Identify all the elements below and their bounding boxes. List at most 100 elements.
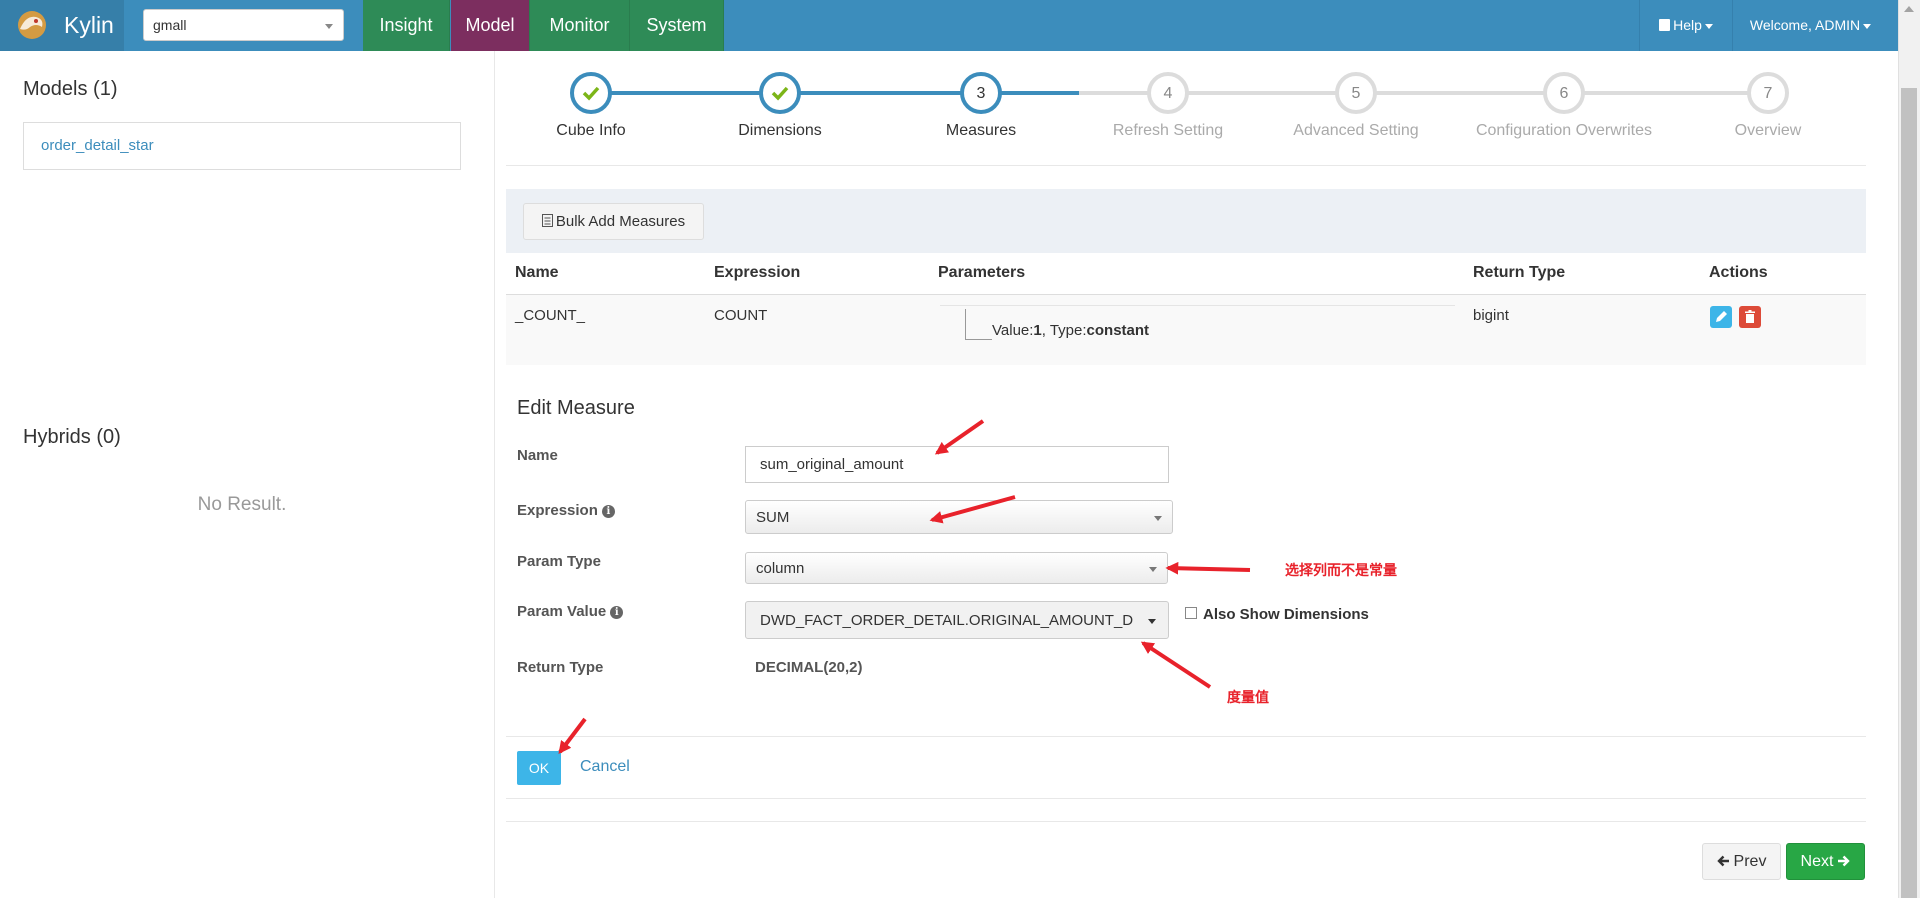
panel-divider [494,51,495,898]
name-label: Name [517,447,558,464]
wizard-step-5[interactable]: 5 [1335,72,1377,114]
param-type-select-value: column [756,560,805,577]
bulk-add-measures-label: Bulk Add Measures [555,213,686,230]
bulk-add-measures-button[interactable]: Bulk Add Measures [523,203,704,240]
form-divider [506,736,1866,737]
wizard-label-advanced-setting[interactable]: Advanced Setting [1246,122,1466,140]
pencil-icon [1716,311,1727,322]
help-menu[interactable]: Help [1639,0,1732,51]
measures-toolbar [506,189,1866,253]
param-type-label: , Type: [1041,322,1087,339]
caret-down-icon [1704,23,1713,29]
info-icon[interactable]: i [601,505,615,518]
prev-label: Prev [1733,853,1767,870]
measure-parameters-tree: Value:1, Type:constant [940,305,1455,354]
tree-branch-line [965,309,992,340]
brand-name: Kylin [64,12,114,38]
brand[interactable]: Kylin [0,0,124,51]
models-title: Models (1) [23,78,118,100]
tab-system[interactable]: System [630,0,724,51]
edit-measure-title: Edit Measure [517,397,635,419]
measure-return-type-cell: bigint [1473,307,1509,324]
help-label: Help [1673,17,1702,33]
tab-monitor[interactable]: Monitor [530,0,630,51]
tab-insight[interactable]: Insight [363,0,450,51]
edit-measure-button[interactable] [1710,306,1732,328]
also-show-dimensions-label[interactable]: Also Show Dimensions [1203,606,1369,623]
wizard-step-3[interactable]: 3 [960,72,1002,114]
form-bottom-divider [506,798,1866,799]
param-value: 1 [1033,322,1042,339]
wizard-label-overview[interactable]: Overview [1658,122,1878,140]
measure-expression-cell: COUNT [714,307,768,324]
delete-measure-button[interactable] [1739,306,1761,328]
wizard-step-1[interactable] [570,72,612,114]
cancel-link[interactable]: Cancel [580,758,630,776]
chevron-down-icon [1148,619,1156,624]
col-header-name: Name [515,264,559,281]
expression-select[interactable]: SUM [745,500,1173,534]
kylin-logo-icon [18,11,46,39]
check-icon [582,86,600,101]
measure-name-value: sum_original_amount [760,456,904,473]
param-value-select[interactable]: DWD_FACT_ORDER_DETAIL.ORIGINAL_AMOUNT_D [745,601,1169,639]
document-icon [541,214,553,227]
chevron-down-icon [1154,516,1162,521]
expression-label-group: Expression i [517,502,615,519]
expression-label: Expression [517,502,598,519]
wizard-step-4[interactable]: 4 [1147,72,1189,114]
col-header-actions: Actions [1709,264,1768,281]
model-link-order-detail-star[interactable]: order_detail_star [41,137,154,154]
wizard-step-7[interactable]: 7 [1747,72,1789,114]
scrollbar-thumb[interactable] [1901,88,1917,898]
measure-name-cell: _COUNT_ [515,307,586,324]
arrow-to-param-value [1140,641,1212,689]
check-icon [771,86,789,101]
param-type-label: Param Type [517,553,601,570]
return-type-value: DECIMAL(20,2) [755,659,863,676]
project-select[interactable]: gmall [143,9,344,41]
measure-name-input[interactable]: sum_original_amount [745,446,1169,483]
ok-button[interactable]: OK [517,751,561,785]
return-type-label: Return Type [517,659,604,676]
arrow-left-icon [1716,855,1729,867]
wizard-step-6[interactable]: 6 [1543,72,1585,114]
model-list: order_detail_star [23,122,461,170]
expression-select-value: SUM [756,509,790,526]
col-header-return-type: Return Type [1473,264,1566,281]
wizard-label-refresh-setting[interactable]: Refresh Setting [1058,122,1278,140]
project-select-value: gmall [153,17,187,33]
welcome-label: Welcome, ADMIN [1749,17,1861,33]
param-value-select-value: DWD_FACT_ORDER_DETAIL.ORIGINAL_AMOUNT_D [760,612,1134,629]
info-icon[interactable]: i [610,606,624,619]
no-result-text: No Result. [197,494,287,515]
trash-icon [1745,310,1755,323]
caret-down-icon [1863,23,1872,29]
chevron-down-icon [325,24,333,29]
col-header-expression: Expression [714,264,801,281]
wizard-label-dimensions[interactable]: Dimensions [670,122,890,140]
param-type-select[interactable]: column [745,552,1168,584]
arrow-to-param-type [1165,561,1251,575]
section-divider [506,821,1866,822]
book-icon [1659,19,1671,31]
tab-model[interactable]: Model [451,0,530,51]
wizard-step-2[interactable] [759,72,801,114]
top-navbar: Kylin gmall Insight Model Monitor System… [0,0,1898,51]
parameter-text: Value:1, Type:constant [992,322,1149,339]
prev-button[interactable]: Prev [1702,843,1781,880]
next-button[interactable]: Next [1786,843,1865,880]
hybrids-title: Hybrids (0) [23,426,121,448]
also-show-dimensions-checkbox[interactable] [1185,607,1197,619]
arrow-right-icon [1838,855,1851,867]
user-menu[interactable]: Welcome, ADMIN [1732,0,1888,51]
col-header-parameters: Parameters [938,264,1026,281]
param-value-label-group: Param Value i [517,603,624,620]
chevron-down-icon [1149,567,1157,572]
annotation-measure-value: 度量值 [1227,689,1269,705]
param-type: constant [1086,322,1150,339]
wizard-label-configuration-overwrites[interactable]: Configuration Overwrites [1454,122,1674,140]
scroll-up-icon[interactable] [1904,6,1914,12]
wizard-label-cube-info[interactable]: Cube Info [481,122,701,140]
wizard-progress-done [591,91,1079,95]
